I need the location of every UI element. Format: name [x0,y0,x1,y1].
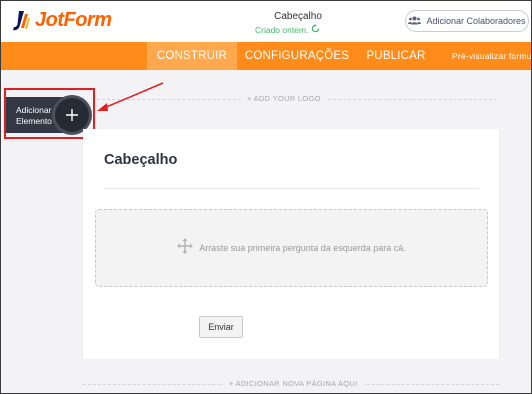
add-logo-link[interactable]: + ADD YOUR LOGO [241,94,327,103]
builder-nav: CONSTRUIR CONFIGURAÇÕES PUBLICAR Pré-vis… [1,42,531,70]
form-status: Criado ontem. [255,24,320,35]
tab-construir[interactable]: CONSTRUIR [147,42,237,70]
refresh-icon[interactable] [311,24,320,35]
logo-text: JotForm [35,9,112,31]
submit-button[interactable]: Enviar [199,316,243,338]
drop-hint: Arraste sua primeira pergunta da esquerd… [199,243,406,253]
tab-configuracoes[interactable]: CONFIGURAÇÕES [243,42,351,70]
question-drop-zone[interactable]: Arraste sua primeira pergunta da esquerd… [95,209,488,287]
tab-publicar[interactable]: PUBLICAR [357,42,435,70]
jotform-logo[interactable]: JotForm [11,9,112,32]
highlight-box [4,88,95,139]
add-new-page-link[interactable]: + ADICIONAR NOVA PÁGINA AQUI [223,379,364,388]
move-arrows-icon [177,237,194,259]
users-icon [408,16,422,27]
top-header: JotForm Cabeçalho Criado ontem. Adiciona… [1,1,531,42]
add-collaborators-button[interactable]: Adicionar Colaboradores [405,10,529,32]
jotform-logo-icon [11,10,31,32]
heading-divider [104,188,479,189]
form-status-text: Criado ontem. [255,24,309,35]
add-collaborators-label: Adicionar Colaboradores [426,16,526,26]
form-heading[interactable]: Cabeçalho [104,152,177,168]
form-title[interactable]: Cabeçalho [263,11,333,22]
preview-form-button[interactable]: Pré-visualizar formulá [452,42,531,70]
form-card: Cabeçalho Arraste sua primeira pergunta … [83,129,499,359]
